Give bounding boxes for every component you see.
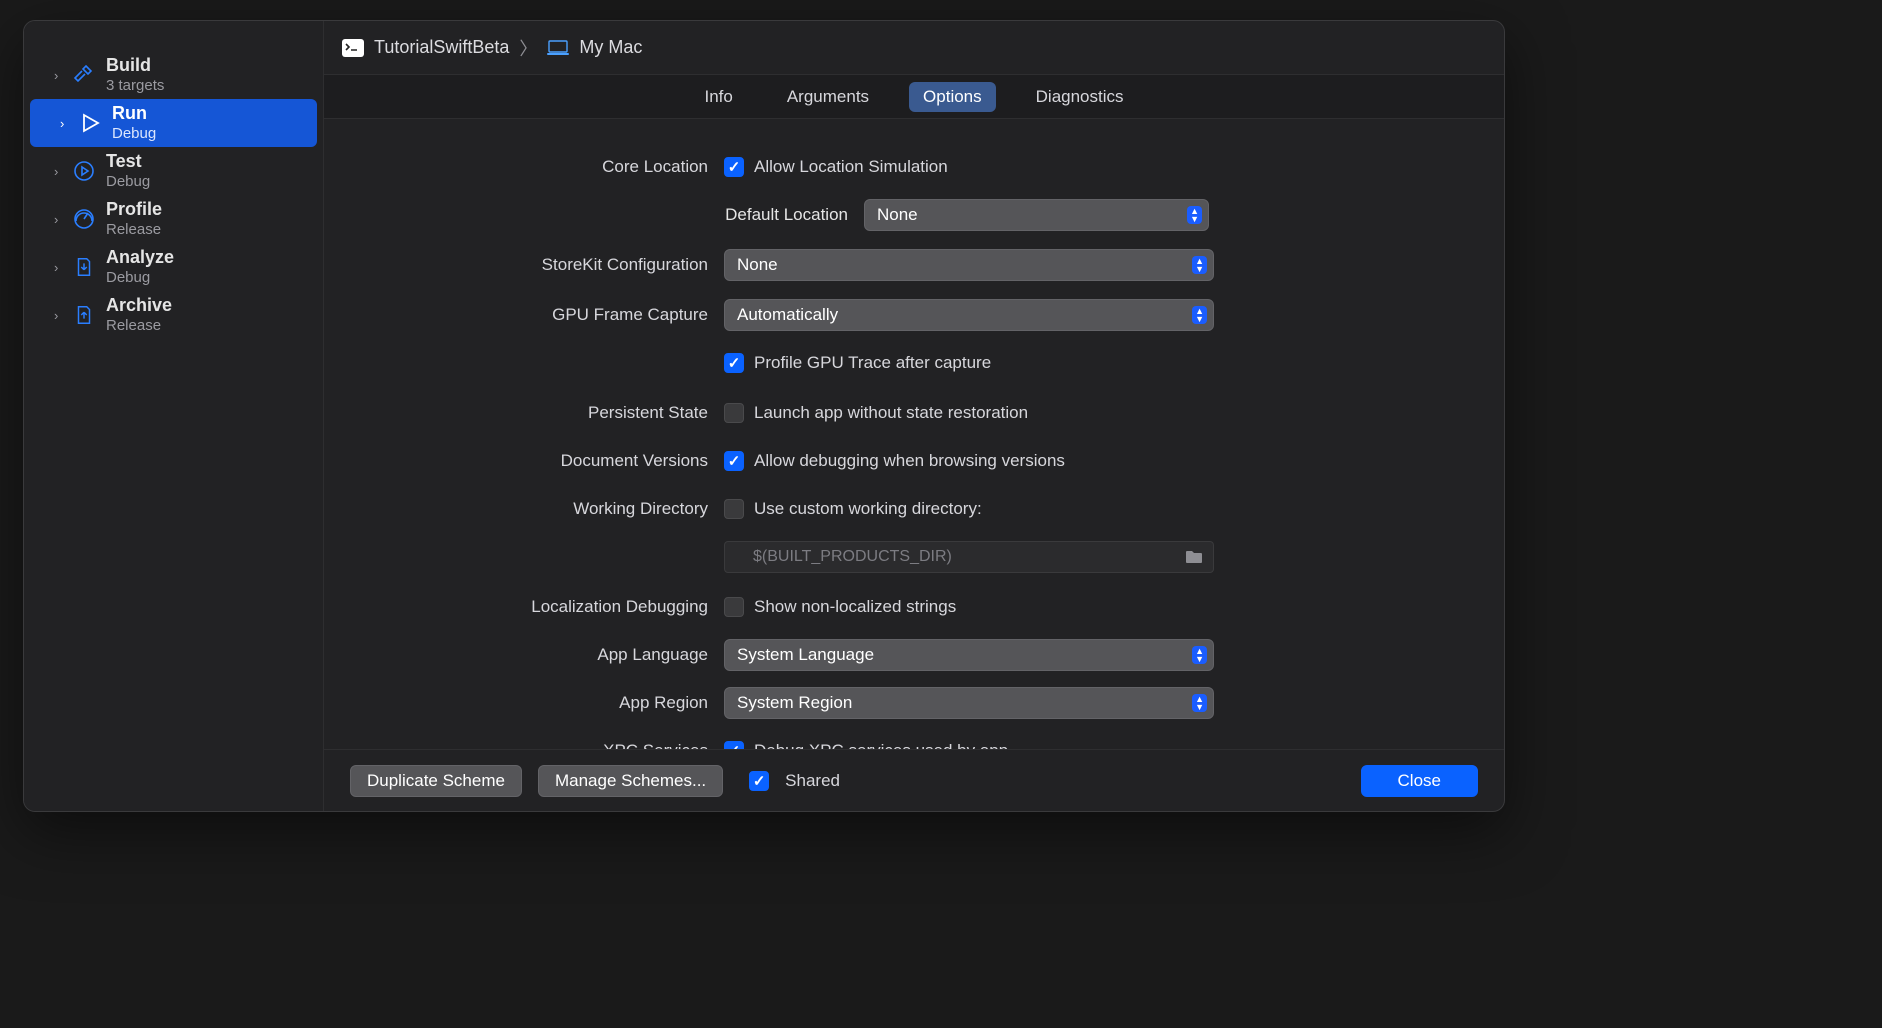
manage-schemes-button[interactable]: Manage Schemes... — [538, 765, 723, 797]
terminal-icon — [342, 39, 364, 57]
chevron-up-down-icon: ▲▼ — [1192, 256, 1207, 274]
chevron-up-down-icon: ▲▼ — [1192, 306, 1207, 324]
persistent-state-check-label: Launch app without state restoration — [754, 403, 1028, 423]
tab-arguments[interactable]: Arguments — [773, 82, 883, 112]
profile-gpu-trace-checkbox[interactable] — [724, 353, 744, 373]
sidebar-item-subtitle: Debug — [112, 125, 156, 143]
app-region-select[interactable]: System Region ▲▼ — [724, 687, 1214, 719]
chevron-right-icon: › — [54, 260, 64, 275]
app-language-value: System Language — [737, 645, 874, 665]
core-location-label: Core Location — [344, 157, 724, 177]
doc-arrow-down-icon — [70, 253, 98, 281]
hammer-icon — [70, 61, 98, 89]
sidebar-item-profile[interactable]: › Profile Release — [24, 195, 323, 243]
breadcrumb-separator: 〉 — [519, 35, 537, 61]
scheme-editor-dialog: › Build 3 targets › Run Debug › — [23, 20, 1505, 812]
working-directory-checkbox[interactable] — [724, 499, 744, 519]
allow-location-simulation-checkbox[interactable] — [724, 157, 744, 177]
storekit-value: None — [737, 255, 778, 275]
working-directory-field[interactable]: $(BUILT_PRODUCTS_DIR) — [724, 541, 1214, 573]
xpc-services-check-label: Debug XPC services used by app — [754, 741, 1008, 749]
tab-bar: Info Arguments Options Diagnostics — [324, 75, 1504, 119]
sidebar-item-subtitle: 3 targets — [106, 77, 164, 95]
chevron-up-down-icon: ▲▼ — [1192, 694, 1207, 712]
chevron-up-down-icon: ▲▼ — [1187, 206, 1202, 224]
sidebar-item-subtitle: Debug — [106, 173, 150, 191]
sidebar-item-archive[interactable]: › Archive Release — [24, 291, 323, 339]
sidebar-item-analyze[interactable]: › Analyze Debug — [24, 243, 323, 291]
chevron-right-icon: › — [54, 308, 64, 323]
default-location-value: None — [877, 205, 918, 225]
breadcrumb-project[interactable]: TutorialSwiftBeta — [374, 37, 509, 58]
gpu-capture-label: GPU Frame Capture — [344, 305, 724, 325]
scheme-main: TutorialSwiftBeta 〉 My Mac Info Argument… — [324, 21, 1504, 811]
app-language-label: App Language — [344, 645, 724, 665]
document-versions-label: Document Versions — [344, 451, 724, 471]
localization-debugging-checkbox[interactable] — [724, 597, 744, 617]
localization-debugging-check-label: Show non-localized strings — [754, 597, 956, 617]
sidebar-item-label: Run — [112, 103, 156, 125]
xpc-services-checkbox[interactable] — [724, 741, 744, 749]
storekit-select[interactable]: None ▲▼ — [724, 249, 1214, 281]
storekit-label: StoreKit Configuration — [344, 255, 724, 275]
gpu-capture-select[interactable]: Automatically ▲▼ — [724, 299, 1214, 331]
folder-icon[interactable] — [1185, 550, 1203, 564]
scheme-sidebar: › Build 3 targets › Run Debug › — [24, 21, 324, 811]
sidebar-item-subtitle: Release — [106, 317, 172, 335]
persistent-state-label: Persistent State — [344, 403, 724, 423]
gpu-capture-value: Automatically — [737, 305, 838, 325]
working-directory-label: Working Directory — [344, 499, 724, 519]
chevron-right-icon: › — [54, 212, 64, 227]
chevron-right-icon: › — [54, 164, 64, 179]
sidebar-item-label: Test — [106, 151, 150, 173]
localization-debugging-label: Localization Debugging — [344, 597, 724, 617]
sidebar-item-label: Archive — [106, 295, 172, 317]
tab-info[interactable]: Info — [690, 82, 746, 112]
sidebar-item-run[interactable]: › Run Debug — [30, 99, 317, 147]
play-circle-icon — [70, 157, 98, 185]
profile-gpu-trace-label: Profile GPU Trace after capture — [754, 353, 991, 373]
sidebar-item-label: Analyze — [106, 247, 174, 269]
app-region-value: System Region — [737, 693, 852, 713]
tab-options[interactable]: Options — [909, 82, 996, 112]
sidebar-item-subtitle: Release — [106, 221, 162, 239]
breadcrumb-bar: TutorialSwiftBeta 〉 My Mac — [324, 21, 1504, 75]
chevron-right-icon: › — [54, 68, 64, 83]
play-icon — [76, 109, 104, 137]
default-location-select[interactable]: None ▲▼ — [864, 199, 1209, 231]
persistent-state-checkbox[interactable] — [724, 403, 744, 423]
app-language-select[interactable]: System Language ▲▼ — [724, 639, 1214, 671]
sidebar-item-test[interactable]: › Test Debug — [24, 147, 323, 195]
options-panel: Core Location Allow Location Simulation … — [324, 119, 1504, 749]
default-location-label: Default Location — [344, 205, 864, 225]
gauge-icon — [70, 205, 98, 233]
xpc-services-label: XPC Services — [344, 741, 724, 749]
doc-arrow-up-icon — [70, 301, 98, 329]
document-versions-check-label: Allow debugging when browsing versions — [754, 451, 1065, 471]
duplicate-scheme-button[interactable]: Duplicate Scheme — [350, 765, 522, 797]
allow-location-simulation-label: Allow Location Simulation — [754, 157, 948, 177]
sidebar-item-label: Profile — [106, 199, 162, 221]
working-directory-placeholder: $(BUILT_PRODUCTS_DIR) — [753, 548, 952, 566]
breadcrumb-target[interactable]: My Mac — [579, 37, 642, 58]
shared-label: Shared — [785, 771, 840, 791]
app-region-label: App Region — [344, 693, 724, 713]
close-button[interactable]: Close — [1361, 765, 1478, 797]
shared-checkbox[interactable] — [749, 771, 769, 791]
sidebar-item-label: Build — [106, 55, 164, 77]
dialog-footer: Duplicate Scheme Manage Schemes... Share… — [324, 749, 1504, 811]
mac-icon — [547, 39, 569, 57]
sidebar-item-subtitle: Debug — [106, 269, 174, 287]
sidebar-item-build[interactable]: › Build 3 targets — [24, 51, 323, 99]
document-versions-checkbox[interactable] — [724, 451, 744, 471]
chevron-up-down-icon: ▲▼ — [1192, 646, 1207, 664]
tab-diagnostics[interactable]: Diagnostics — [1022, 82, 1138, 112]
working-directory-check-label: Use custom working directory: — [754, 499, 982, 519]
chevron-right-icon: › — [60, 116, 70, 131]
